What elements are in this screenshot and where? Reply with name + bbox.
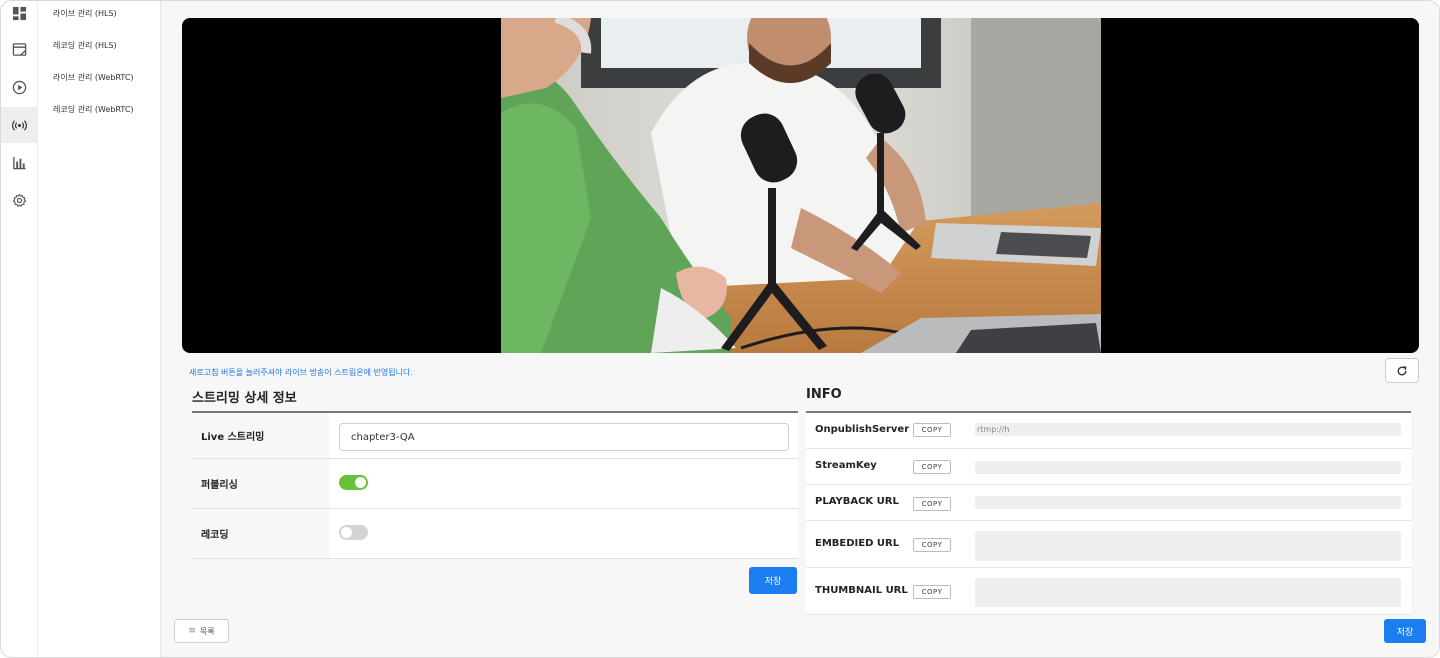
list-button[interactable]: ≡ 목록 (174, 619, 229, 643)
publishing-row: 퍼블리싱 (192, 459, 798, 509)
video-player[interactable] (182, 18, 1419, 353)
list-icon: ≡ (188, 626, 196, 636)
list-button-label: 목록 (199, 626, 215, 636)
icon-rail (1, 1, 38, 657)
copy-button[interactable]: COPY (913, 460, 951, 474)
info-save-button[interactable]: 저장 (1384, 619, 1426, 643)
board-icon[interactable] (1, 31, 37, 67)
submenu-item-live-webrtc[interactable]: 라이브 관리 (WebRTC) (53, 72, 134, 83)
submenu-item-live-hls[interactable]: 라이브 관리 (HLS) (53, 8, 117, 19)
play-icon[interactable] (1, 69, 37, 105)
info-label: PLAYBACK URL (815, 496, 899, 507)
live-stream-label: Live 스트리밍 (192, 413, 329, 458)
info-value[interactable] (975, 578, 1401, 607)
recording-label: 레코딩 (192, 509, 329, 558)
info-label: EMBEDIED URL (815, 538, 900, 549)
copy-button[interactable]: COPY (913, 423, 951, 437)
toggle-knob (355, 477, 366, 488)
submenu: 라이브 관리 (HLS) 레코딩 관리 (HLS) 라이브 관리 (WebRTC… (38, 1, 161, 657)
toggle-knob (341, 527, 352, 538)
info-row-stream-key: StreamKey COPY (806, 449, 1411, 485)
broadcast-icon[interactable] (1, 107, 37, 143)
video-frame (501, 18, 1101, 353)
details-title: 스트리밍 상세 정보 (192, 391, 297, 406)
info-title: INFO (806, 387, 842, 402)
refresh-icon (1397, 365, 1407, 375)
refresh-notice: 새로고침 버튼을 눌러주셔야 라이브 방송이 스트림온에 반영됩니다. (189, 368, 413, 377)
copy-button[interactable]: COPY (913, 585, 951, 599)
copy-button[interactable]: COPY (913, 497, 951, 511)
recording-row: 레코딩 (192, 509, 798, 559)
info-label: THUMBNAIL URL (815, 585, 908, 596)
submenu-item-recording-hls[interactable]: 레코딩 관리 (HLS) (53, 40, 117, 51)
info-value[interactable] (975, 461, 1401, 474)
recording-toggle[interactable] (339, 525, 368, 540)
chart-icon[interactable] (1, 144, 37, 180)
info-value[interactable] (975, 496, 1401, 509)
info-row-playback-url: PLAYBACK URL COPY (806, 485, 1411, 521)
publishing-label: 퍼블리싱 (192, 459, 329, 508)
info-row-thumbnail-url: THUMBNAIL URL COPY (806, 568, 1411, 615)
live-stream-input[interactable]: chapter3-QA (339, 423, 789, 451)
app-window: 라이브 관리 (HLS) 레코딩 관리 (HLS) 라이브 관리 (WebRTC… (0, 0, 1440, 658)
info-value[interactable]: rtmp://h (975, 423, 1401, 436)
info-row-embedded-url: EMBEDIED URL COPY (806, 521, 1411, 568)
main-content: 새로고침 버튼을 눌러주셔야 라이브 방송이 스트림온에 반영됩니다. 스트리밍… (161, 1, 1439, 657)
submenu-item-recording-webrtc[interactable]: 레코딩 관리 (WebRTC) (53, 104, 134, 115)
publishing-toggle[interactable] (339, 475, 368, 490)
gear-icon[interactable] (1, 182, 37, 218)
details-save-button[interactable]: 저장 (749, 567, 797, 594)
info-label: StreamKey (815, 460, 877, 471)
dashboard-icon[interactable] (1, 1, 37, 25)
refresh-button[interactable] (1385, 358, 1419, 383)
copy-button[interactable]: COPY (913, 538, 951, 552)
info-label: OnpublishServer (815, 424, 910, 435)
info-value[interactable] (975, 531, 1401, 561)
live-stream-row: Live 스트리밍 chapter3-QA (192, 413, 798, 459)
info-row-onpublish-server: OnpublishServer COPY rtmp://h (806, 413, 1411, 449)
